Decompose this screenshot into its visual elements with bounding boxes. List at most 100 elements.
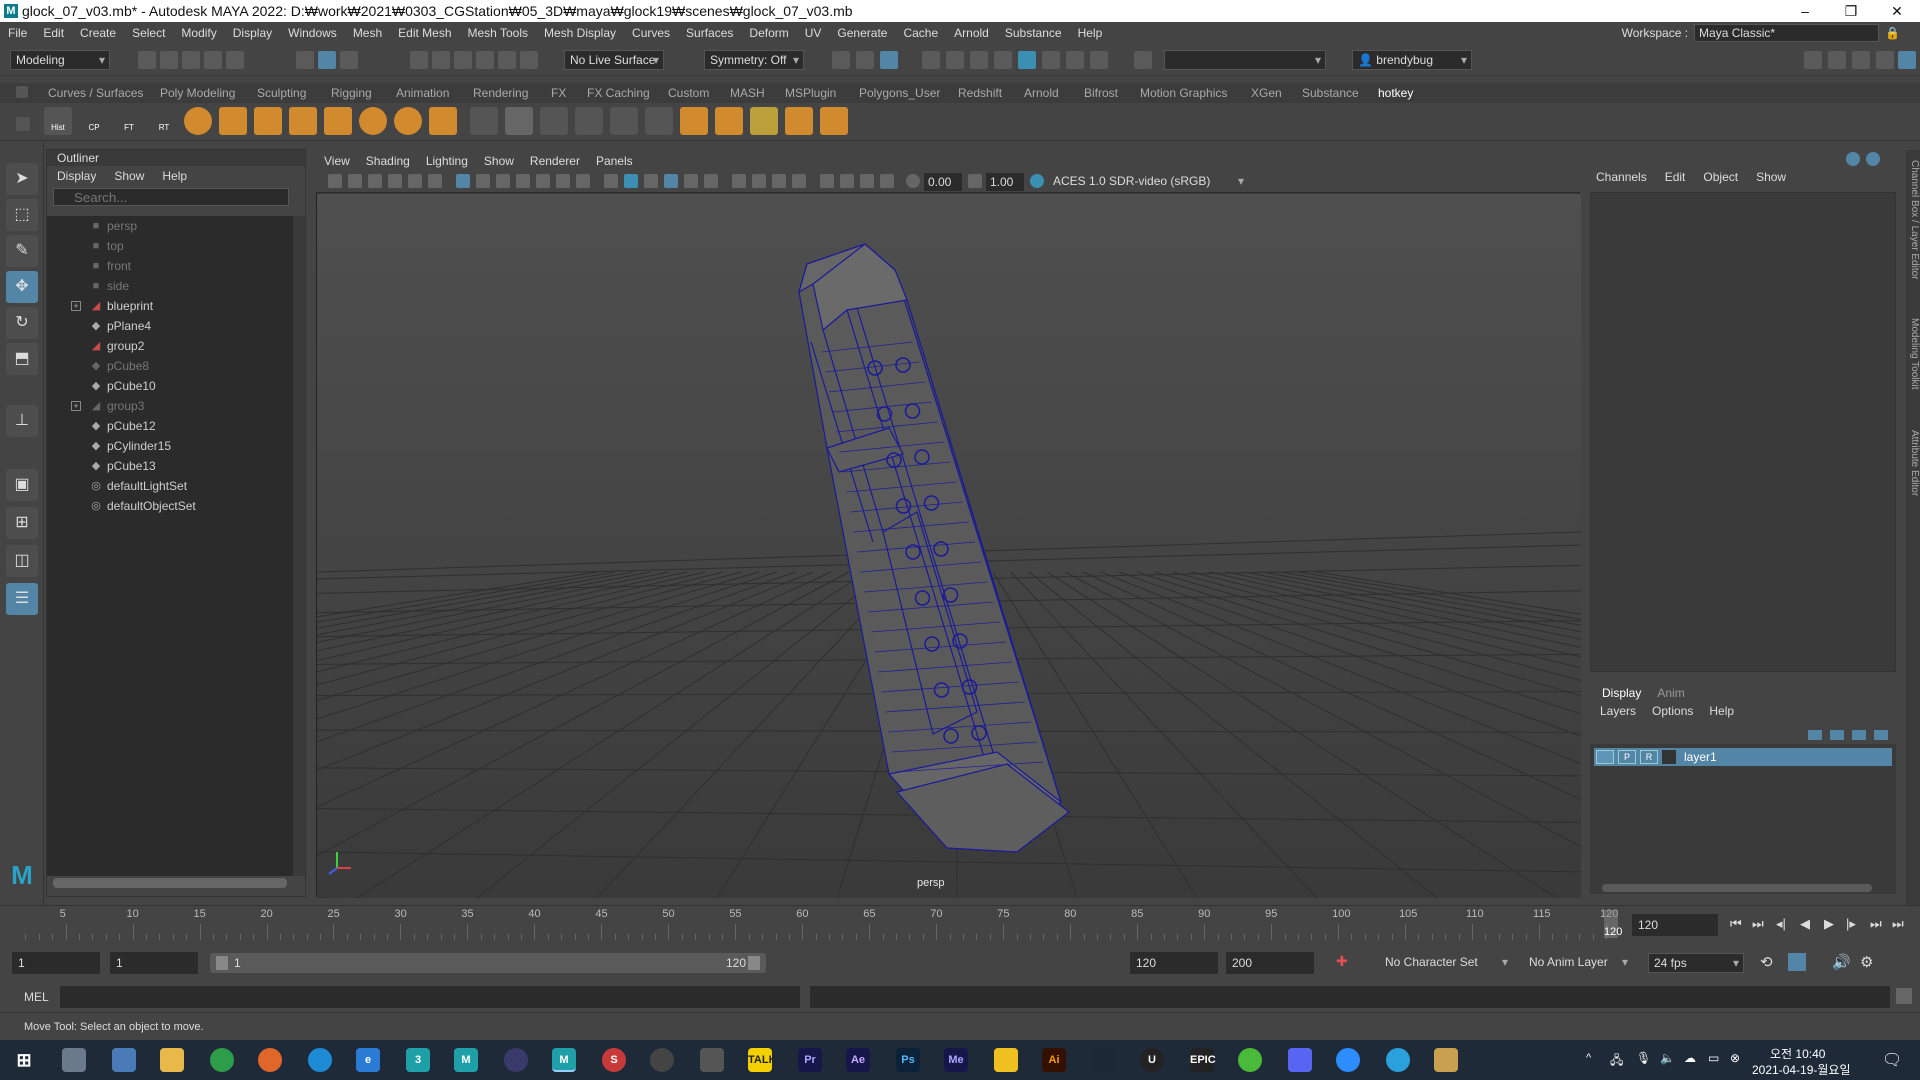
obs-icon[interactable]: [504, 1048, 528, 1072]
menu-uv[interactable]: UV: [797, 26, 830, 40]
image-plane-icon[interactable]: [388, 174, 402, 188]
outliner-menu-show[interactable]: Show: [114, 166, 144, 186]
time-slider[interactable]: 5 10 15 20 25 30 35 40 45 50 55 60 65 70 75 80 85 90 95 100…: [0, 905, 1920, 947]
channel-box-icon[interactable]: [1876, 51, 1894, 69]
four-view-layout-icon[interactable]: ⊞: [6, 507, 38, 539]
redo-icon[interactable]: [226, 51, 244, 69]
calculator-icon[interactable]: [112, 1048, 136, 1072]
playback-start-field[interactable]: 1: [110, 952, 198, 974]
ft-shelf-button[interactable]: FT: [115, 107, 143, 135]
target-weld-icon[interactable]: [610, 107, 638, 135]
menu-display[interactable]: Display: [225, 26, 280, 40]
isolate-select-icon[interactable]: [820, 174, 834, 188]
channel-box-icon-a[interactable]: [1846, 152, 1860, 166]
clock-date[interactable]: 2021-04-19-월요일: [1752, 1061, 1851, 1078]
snap-vertex-icon[interactable]: [520, 51, 538, 69]
lock-icon[interactable]: 🔒: [1885, 26, 1900, 40]
exposure-icon[interactable]: [906, 174, 920, 188]
render-settings-icon[interactable]: [994, 51, 1012, 69]
wireframe-on-shaded-icon[interactable]: [664, 174, 678, 188]
script-editor-icon[interactable]: [1896, 988, 1912, 1004]
shelf-tab-hotkey[interactable]: hotkey: [1378, 86, 1413, 100]
channels-menu[interactable]: Channels: [1596, 170, 1647, 184]
onedrive-icon[interactable]: ☁: [1684, 1051, 1696, 1065]
move-tool-icon[interactable]: ✥: [6, 271, 38, 303]
unity-hub-icon[interactable]: [650, 1048, 674, 1072]
show-hidden-icons[interactable]: ^: [1586, 1052, 1591, 1064]
steam-icon[interactable]: [1092, 1048, 1116, 1072]
menu-cache[interactable]: Cache: [895, 26, 946, 40]
channel-box-icon-b[interactable]: [1866, 152, 1880, 166]
paint-select-tool-icon[interactable]: ✎: [6, 235, 38, 267]
use-all-lights-icon[interactable]: [704, 174, 718, 188]
telegram-icon[interactable]: [1386, 1048, 1410, 1072]
menu-substance[interactable]: Substance: [997, 26, 1070, 40]
outliner-item-pcube12[interactable]: ◆ pCube12: [47, 416, 293, 436]
quick-input-field[interactable]: [1164, 50, 1326, 70]
menu-edit[interactable]: Edit: [35, 26, 72, 40]
outliner-item-pcylinder15[interactable]: ◆ pCylinder15: [47, 436, 293, 456]
user-account-dropdown[interactable]: 👤 brendybug: [1352, 50, 1472, 70]
view-transform-dropdown[interactable]: ACES 1.0 SDR-video (sRGB): [1048, 172, 1248, 192]
outliner-item-group3[interactable]: + ◢ group3: [47, 396, 293, 416]
film-gate-icon[interactable]: [476, 174, 490, 188]
media-encoder-icon[interactable]: Me: [944, 1048, 968, 1072]
file-explorer-icon[interactable]: [160, 1048, 184, 1072]
playback-end-field[interactable]: 120: [1130, 952, 1218, 974]
side-tab-channel-box[interactable]: Channel Box / Layer Editor: [1906, 160, 1920, 280]
insert-edge-loop-icon[interactable]: [575, 107, 603, 135]
smooth-shade-icon[interactable]: [624, 174, 638, 188]
hypershade-icon[interactable]: [1018, 51, 1036, 69]
outliner-item-defaultobjectset[interactable]: ◎ defaultObjectSet: [47, 496, 293, 516]
layer-row[interactable]: P R layer1: [1594, 748, 1892, 766]
mel-label[interactable]: MEL: [24, 990, 49, 1004]
save-scene-icon[interactable]: [182, 51, 200, 69]
maya-taskbar-icon[interactable]: M: [454, 1048, 478, 1072]
menu-mesh-display[interactable]: Mesh Display: [536, 26, 624, 40]
gamma-field[interactable]: 1.00: [986, 173, 1024, 191]
menu-arnold[interactable]: Arnold: [946, 26, 997, 40]
menu-file[interactable]: File: [0, 26, 35, 40]
zoom-icon[interactable]: [1336, 1048, 1360, 1072]
xray-active-components-icon[interactable]: [860, 174, 874, 188]
snap-grid-icon[interactable]: [410, 51, 428, 69]
layers-options-menu[interactable]: Options: [1652, 704, 1693, 722]
range-end-handle[interactable]: [748, 956, 760, 970]
select-hierarchy-icon[interactable]: [296, 51, 314, 69]
outliner-item-defaultlightset[interactable]: ◎ defaultLightSet: [47, 476, 293, 496]
poly-sphere-icon[interactable]: [184, 107, 212, 135]
outliner-layout-icon[interactable]: ☰: [6, 583, 38, 615]
hist-shelf-button[interactable]: Hist: [44, 107, 72, 135]
clock-time[interactable]: 오전 10:40: [1770, 1045, 1825, 1062]
outliner-item-front[interactable]: ■ front: [47, 256, 293, 276]
menu-modify[interactable]: Modify: [173, 26, 224, 40]
poly-cube-icon[interactable]: [219, 107, 247, 135]
outliner-item-pcube8[interactable]: ◆ pCube8: [47, 356, 293, 376]
uv-editor-icon[interactable]: [750, 107, 778, 135]
color-management-icon[interactable]: [1030, 174, 1044, 188]
sound-icon[interactable]: 🔊: [1832, 953, 1851, 971]
microphone-icon[interactable]: 🎙: [1636, 1051, 1651, 1065]
step-back-key-icon[interactable]: ⏭: [1752, 916, 1764, 932]
premiere-icon[interactable]: Pr: [798, 1048, 822, 1072]
bridge-icon[interactable]: [429, 107, 457, 135]
ambient-occlusion-icon[interactable]: [752, 174, 766, 188]
exposure-field[interactable]: 0.00: [924, 173, 962, 191]
menu-curves[interactable]: Curves: [624, 26, 678, 40]
display-icon[interactable]: ▭: [1708, 1051, 1719, 1065]
xray-joints-icon[interactable]: [880, 174, 894, 188]
sticky-notes-icon[interactable]: [994, 1048, 1018, 1072]
render-view-icon[interactable]: [1042, 51, 1060, 69]
outliner-item-group2[interactable]: ◢ group2: [47, 336, 293, 356]
smooth-icon[interactable]: [359, 107, 387, 135]
viewport-menu-view[interactable]: View: [316, 154, 358, 168]
network-icon[interactable]: 🖧: [1610, 1051, 1623, 1072]
rotate-tool-icon[interactable]: ↻: [6, 307, 38, 339]
default-material-icon[interactable]: [644, 174, 658, 188]
snap-curve-icon[interactable]: [432, 51, 450, 69]
chrome-icon[interactable]: [210, 1048, 234, 1072]
layer-editor-icon[interactable]: [1898, 51, 1916, 69]
construction-history-icon[interactable]: [880, 51, 898, 69]
outliner-item-pcube13[interactable]: ◆ pCube13: [47, 456, 293, 476]
camera-attributes-icon[interactable]: [348, 174, 362, 188]
